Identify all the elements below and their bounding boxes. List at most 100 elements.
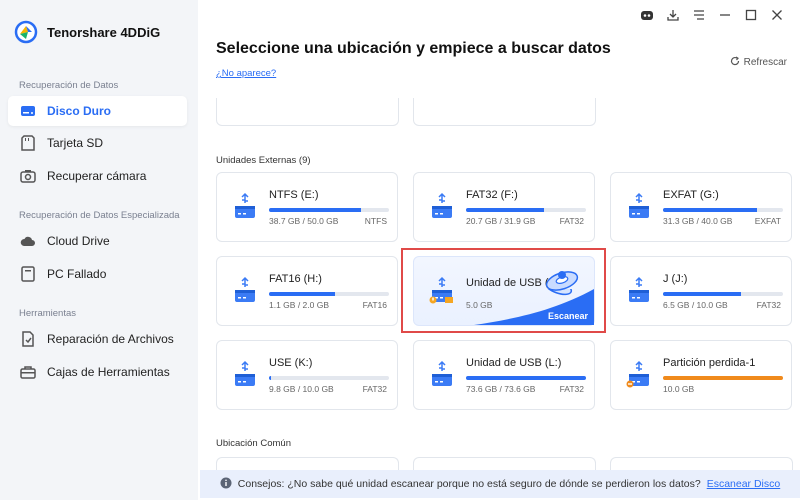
minimize-icon[interactable] <box>718 8 732 22</box>
selection-highlight <box>401 248 606 333</box>
sidebar-item-label: Tarjeta SD <box>47 136 104 150</box>
info-icon <box>220 477 232 492</box>
drive-name: NTFS (E:) <box>269 189 319 201</box>
sidebar-item-label: PC Fallado <box>47 267 107 281</box>
usage-bar <box>466 376 586 380</box>
usage-bar <box>269 376 389 380</box>
common-location-title: Ubicación Común <box>216 438 291 449</box>
assistant-icon[interactable] <box>640 8 654 22</box>
sidebar-item-label: Cloud Drive <box>47 234 110 248</box>
menu-icon[interactable] <box>692 8 706 22</box>
drive-filesystem: FAT32 <box>559 216 584 226</box>
usage-bar <box>269 208 389 212</box>
drive-name: FAT16 (H:) <box>269 273 322 285</box>
partial-location-card[interactable] <box>610 457 793 471</box>
usage-bar <box>269 292 389 296</box>
usage-bar-fill <box>269 208 362 212</box>
drive-filesystem: NTFS <box>364 216 387 226</box>
usb-drive-icon <box>232 276 257 304</box>
partial-location-card[interactable] <box>216 457 399 471</box>
drive-size: 9.8 GB / 10.0 GB <box>269 384 334 394</box>
usb-drive-icon <box>626 192 651 220</box>
drive-size: 6.5 GB / 10.0 GB <box>663 300 728 310</box>
window-controls <box>640 8 784 22</box>
drive-card[interactable]: J (J:) 6.5 GB / 10.0 GB FAT32 <box>610 256 792 326</box>
pc-icon <box>20 266 36 282</box>
drive-name: Partición perdida-1 <box>663 357 756 369</box>
usage-bar-fill <box>466 208 544 212</box>
usage-bar-fill <box>269 376 272 380</box>
section-title-tools: Herramientas <box>19 308 77 319</box>
drive-size: 1.1 GB / 2.0 GB <box>269 300 330 310</box>
drive-size: 31.3 GB / 40.0 GB <box>663 216 733 226</box>
drive-name: FAT32 (F:) <box>466 189 518 201</box>
usb-drive-icon <box>232 192 257 220</box>
sidebar-item-sd-card[interactable]: Tarjeta SD <box>8 128 187 158</box>
drive-filesystem: FAT32 <box>362 384 387 394</box>
lost-partition-drive-icon <box>626 360 651 388</box>
sidebar-item-file-repair[interactable]: Reparación de Archivos <box>8 324 187 354</box>
not-appear-link[interactable]: ¿No aparece? <box>216 68 276 79</box>
sidebar-item-toolbox[interactable]: Cajas de Herramientas <box>8 357 187 387</box>
usb-drive-icon <box>626 276 651 304</box>
refresh-button[interactable]: Refrescar <box>730 56 787 69</box>
drive-name: USE (K:) <box>269 357 313 369</box>
drive-card[interactable]: FAT16 (H:) 1.1 GB / 2.0 GB FAT16 <box>216 256 398 326</box>
refresh-label: Refrescar <box>743 57 787 68</box>
usage-bar <box>663 292 783 296</box>
drive-size: 73.6 GB / 73.6 GB <box>466 384 536 394</box>
usage-bar-fill <box>663 376 783 380</box>
drive-name: J (J:) <box>663 273 688 285</box>
drive-filesystem: FAT32 <box>559 384 584 394</box>
sd-card-icon <box>20 135 36 151</box>
section-title-specialized: Recuperación de Datos Especializada <box>19 210 180 221</box>
camera-icon <box>20 168 36 184</box>
cloud-icon <box>20 233 36 249</box>
page-title: Seleccione una ubicación y empiece a bus… <box>216 40 611 57</box>
drive-card[interactable]: NTFS (E:) 38.7 GB / 50.0 GB NTFS <box>216 172 398 242</box>
usage-bar <box>663 376 783 380</box>
drive-size: 38.7 GB / 50.0 GB <box>269 216 339 226</box>
usage-bar-fill <box>269 292 335 296</box>
drive-filesystem: FAT32 <box>756 300 781 310</box>
drive-card[interactable]: EXFAT (G:) 31.3 GB / 40.0 GB EXFAT <box>610 172 792 242</box>
usage-bar-fill <box>466 376 586 380</box>
download-icon[interactable] <box>666 8 680 22</box>
hard-drive-icon <box>20 103 36 119</box>
drive-name: EXFAT (G:) <box>663 189 719 201</box>
usage-bar-fill <box>663 292 741 296</box>
sidebar-item-label: Reparación de Archivos <box>47 332 174 346</box>
usb-drive-icon <box>232 360 257 388</box>
drive-card[interactable]: Unidad de USB (L:) 73.6 GB / 73.6 GB FAT32 <box>413 340 595 410</box>
drive-filesystem: EXFAT <box>754 216 781 226</box>
drive-card[interactable]: Partición perdida-1 10.0 GB <box>610 340 792 410</box>
partial-drive-card[interactable] <box>216 98 399 126</box>
drive-size: 10.0 GB <box>663 384 695 394</box>
sidebar-item-hard-drive[interactable]: Disco Duro <box>8 96 187 126</box>
tip-text: Consejos: ¿No sabe qué unidad escanear p… <box>237 478 701 490</box>
sidebar-item-cloud-drive[interactable]: Cloud Drive <box>8 226 187 256</box>
drive-size: 20.7 GB / 31.9 GB <box>466 216 536 226</box>
partial-drive-card[interactable] <box>413 98 596 126</box>
usage-bar <box>466 208 586 212</box>
refresh-icon <box>730 56 740 69</box>
tip-bar: Consejos: ¿No sabe qué unidad escanear p… <box>200 470 800 498</box>
sidebar-item-label: Disco Duro <box>47 104 112 118</box>
app-logo-icon <box>14 20 38 44</box>
sidebar-item-label: Recuperar cámara <box>47 169 147 183</box>
usb-drive-icon <box>429 360 454 388</box>
drive-card[interactable]: FAT32 (F:) 20.7 GB / 31.9 GB FAT32 <box>413 172 595 242</box>
close-icon[interactable] <box>770 8 784 22</box>
maximize-icon[interactable] <box>744 8 758 22</box>
app-name: Tenorshare 4DDiG <box>47 24 161 40</box>
usb-drive-icon <box>429 192 454 220</box>
partial-location-card[interactable] <box>413 457 596 471</box>
toolbox-icon <box>20 364 36 380</box>
sidebar-item-label: Cajas de Herramientas <box>47 365 170 379</box>
section-title-recovery: Recuperación de Datos <box>19 80 119 91</box>
sidebar-item-crashed-pc[interactable]: PC Fallado <box>8 259 187 289</box>
scan-disk-link[interactable]: Escanear Disco <box>707 478 781 490</box>
sidebar-item-camera[interactable]: Recuperar cámara <box>8 161 187 191</box>
drive-card[interactable]: USE (K:) 9.8 GB / 10.0 GB FAT32 <box>216 340 398 410</box>
file-repair-icon <box>20 331 36 347</box>
